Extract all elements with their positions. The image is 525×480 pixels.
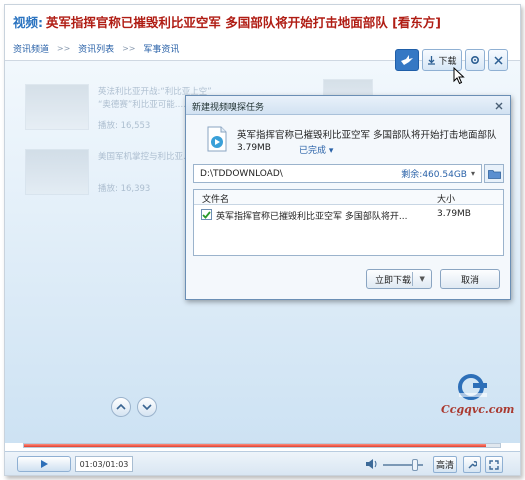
row-file-size: 3.79MB [437,209,471,219]
breadcrumb: 资讯频道 >> 资讯列表 >> 军事资讯 [13,42,179,58]
status-dropdown[interactable]: 已完成 ▾ [299,143,333,156]
close-button[interactable] [488,49,508,71]
checkmark-icon [202,210,211,219]
mouse-cursor-icon [453,67,465,85]
related-video-thumbnail[interactable] [25,84,89,130]
related-video-line2: “奥德赛”利比亚可能…… [98,100,192,110]
related-video-thumbnail[interactable] [25,149,89,195]
volume-icon[interactable] [365,457,379,471]
fullscreen-button[interactable] [485,456,503,473]
gear-icon [470,55,480,65]
table-row[interactable]: 英军指挥官称已摧毁利比亚空军 多国部队将开... 3.79MB [194,207,503,223]
file-list-table: 文件名 大小 英军指挥官称已摧毁利比亚空军 多国部队将开... 3.79MB [193,189,504,256]
free-space-label: 剩余:460.54GB [401,170,467,180]
dropdown-arrow-icon[interactable]: ▼ [413,275,431,283]
download-button-label: 下载 [438,56,457,67]
table-header-row: 文件名 大小 [194,190,503,205]
status-label: 已完成 [299,146,327,156]
cancel-button[interactable]: 取消 [440,269,500,289]
volume-slider-handle[interactable] [412,459,418,471]
fullscreen-icon [489,459,499,470]
chevron-down-icon [142,404,152,411]
bird-icon [401,55,413,65]
window-frame: 视频: 英军指挥官称已摧毁利比亚空军 多国部队将开始打击地面部队 [看东方] 资… [4,4,521,476]
title-prefix: 视频: [13,15,43,30]
playback-progress-bar[interactable] [23,443,501,448]
breadcrumb-separator: >> [122,44,136,53]
breadcrumb-item-channel[interactable]: 资讯频道 [13,42,49,55]
player-controls: 01:03/01:03 高清 [5,451,520,475]
scroll-up-button[interactable] [111,397,131,417]
wrench-icon [468,460,477,469]
column-header-size[interactable]: 大小 [437,192,455,205]
sniff-task-dialog: 新建视频嗅探任务 英军指挥官称已摧毁利比亚空军 多国部队将开始打击地面部队 3.… [185,95,511,300]
download-now-button[interactable]: 立即下载 ▼ [366,269,432,289]
browse-folder-button[interactable] [484,164,504,183]
breadcrumb-item-military[interactable]: 军事资讯 [143,42,179,55]
time-display: 01:03/01:03 [75,456,133,472]
download-icon [428,56,436,65]
share-button[interactable] [395,49,419,71]
file-size: 3.79MB [237,143,271,153]
player-toolbar: 下载 [395,49,508,73]
tools-button[interactable] [463,456,481,473]
caret-down-icon: ▾ [328,146,334,156]
watermark-text: Ccgqvc.com [441,403,515,416]
chevron-up-icon [116,403,126,410]
column-header-name[interactable]: 文件名 [202,192,229,205]
save-path-value: D:\TDDOWNLOAD\ [200,168,283,179]
breadcrumb-separator: >> [56,44,71,53]
cancel-label: 取消 [460,275,479,286]
settings-button[interactable] [465,49,485,71]
page-title: 视频: 英军指挥官称已摧毁利比亚空军 多国部队将开始打击地面部队 [看东方] [5,5,520,37]
related-video-meta: 播放: 16,553 [98,121,151,131]
row-file-name: 英军指挥官称已摧毁利比亚空军 多国部队将开... [216,212,408,222]
download-now-label: 立即下载 [375,275,412,286]
save-path-input[interactable]: D:\TDDOWNLOAD\ 剩余:460.54GB ▾ [193,164,482,183]
close-icon [493,55,503,65]
title-text: 英军指挥官称已摧毁利比亚空军 多国部队将开始打击地面部队 [看东方] [45,15,442,30]
video-file-icon [207,126,227,152]
quality-button[interactable]: 高清 [433,456,457,473]
dialog-close-button[interactable] [492,99,506,112]
dialog-title: 新建视频嗅探任务 [186,96,510,115]
file-checkbox[interactable] [201,209,212,220]
site-watermark-logo [458,374,487,400]
breadcrumb-item-list[interactable]: 资讯列表 [78,42,114,55]
play-button[interactable] [17,456,71,472]
playback-progress-fill [24,444,486,447]
quality-label: 高清 [435,461,454,471]
caret-down-icon[interactable]: ▾ [471,169,475,178]
file-name: 英军指挥官称已摧毁利比亚空军 多国部队将开始打击地面部队 [237,130,497,141]
folder-icon [487,169,501,179]
scroll-down-button[interactable] [137,397,157,417]
close-icon [495,102,503,109]
related-video-meta: 播放: 16,393 [98,184,151,194]
play-icon [41,460,48,468]
